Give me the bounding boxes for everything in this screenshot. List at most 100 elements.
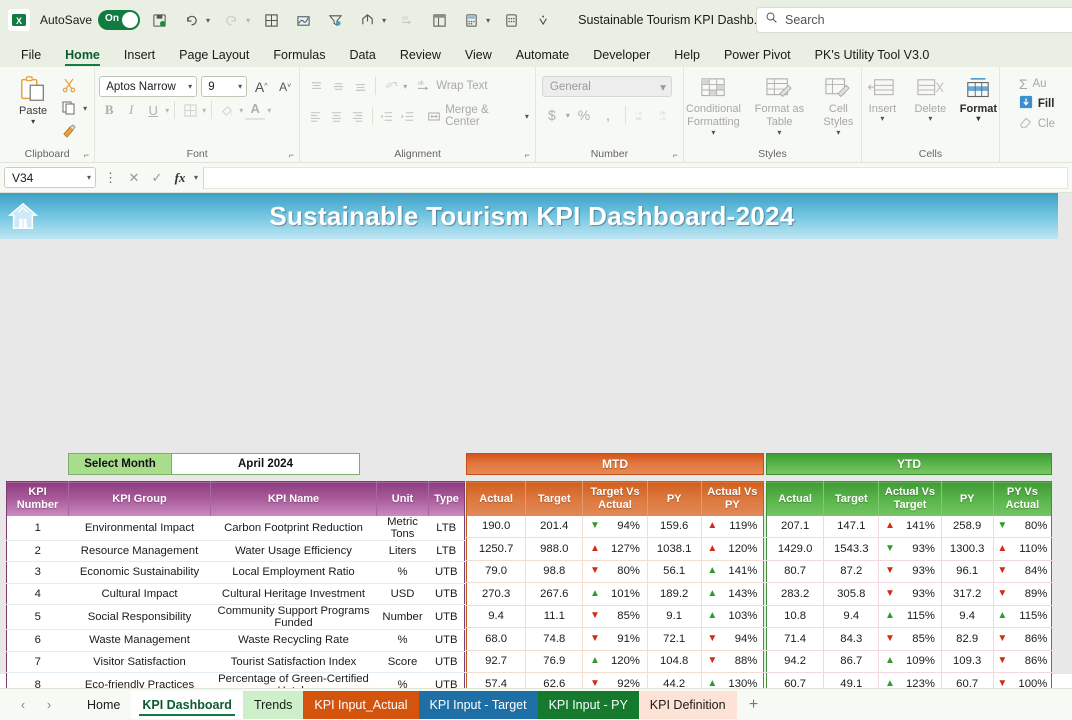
month-selector[interactable]: Select Month April 2024: [68, 453, 360, 475]
table-row[interactable]: 3 Economic Sustainability Local Employment…: [6, 561, 465, 584]
insert-cells-caret-icon[interactable]: ▾: [880, 114, 884, 124]
table-row[interactable]: 79.0 98.8 ▼ 80% 56.1 ▲ 141%: [466, 560, 764, 583]
decrease-indent-icon[interactable]: [378, 106, 397, 126]
increase-indent-icon[interactable]: [398, 106, 417, 126]
previous-sheet-icon[interactable]: ‹: [10, 697, 36, 712]
ribbon-tab-pk-utility-tool[interactable]: PK's Utility Tool V3.0: [804, 45, 941, 67]
insert-cells-button[interactable]: Insert ▾: [861, 75, 903, 124]
table-row[interactable]: 9.4 11.1 ▼ 85% 9.1 ▲ 103%: [466, 605, 764, 628]
sheet-tab-kpi-input-actual[interactable]: KPI Input_Actual: [303, 690, 419, 719]
orientation-caret-icon[interactable]: ▾: [403, 82, 407, 91]
format-painter-icon[interactable]: [59, 121, 79, 141]
number-format-caret-icon[interactable]: ▾: [660, 80, 666, 94]
orientation-icon[interactable]: ab: [381, 76, 401, 96]
underline-caret-icon[interactable]: ▾: [165, 106, 169, 115]
ribbon-tab-power-pivot[interactable]: Power Pivot: [713, 45, 802, 67]
header-mtd-target-vs-actual[interactable]: Target Vs Actual: [582, 481, 648, 516]
conditional-formatting-caret-icon[interactable]: ▾: [711, 128, 715, 137]
comma-format-icon[interactable]: ,: [598, 105, 618, 125]
font-name-combo[interactable]: Aptos Narrow ▾: [99, 76, 198, 97]
cut-icon[interactable]: [59, 75, 79, 95]
save-icon[interactable]: [146, 7, 172, 33]
select-month-value[interactable]: April 2024: [172, 453, 360, 475]
table-row[interactable]: 207.1 147.1 ▲ 141% 258.9 ▼ 80%: [766, 515, 1052, 538]
fill-color-icon[interactable]: [217, 100, 237, 120]
table-row[interactable]: 1429.0 1543.3 ▼ 93% 1300.3 ▲ 110%: [766, 537, 1052, 561]
add-sheet-icon[interactable]: +: [737, 696, 771, 714]
sheet-tab-trends[interactable]: Trends: [242, 690, 304, 719]
table-row[interactable]: 4 Cultural Impact Cultural Heritage Invest…: [6, 583, 465, 605]
ribbon-tab-view[interactable]: View: [454, 45, 503, 67]
signature-icon[interactable]: [290, 7, 316, 33]
formula-bar-options-icon[interactable]: ⋮: [101, 170, 120, 186]
share-icon[interactable]: [354, 7, 380, 33]
header-ytd-py-vs-actual[interactable]: PY Vs Actual: [993, 481, 1052, 516]
cell-styles-caret-icon[interactable]: ▾: [836, 128, 840, 137]
font-color-caret-icon[interactable]: ▾: [267, 106, 271, 115]
alignment-dialog-launcher-icon[interactable]: ⌐: [525, 150, 530, 160]
fill-color-caret-icon[interactable]: ▾: [239, 106, 243, 115]
table-row[interactable]: 7 Visitor Satisfaction Tourist Satisfactio…: [6, 651, 465, 673]
header-mtd-py[interactable]: PY: [647, 481, 702, 516]
calculate-sheet-icon[interactable]: [498, 7, 524, 33]
cancel-entry-icon[interactable]: ✕: [125, 170, 143, 186]
table-row[interactable]: 92.7 76.9 ▲ 120% 104.8 ▼ 88%: [466, 650, 764, 673]
filter-icon[interactable]: [322, 7, 348, 33]
header-type[interactable]: Type: [428, 481, 465, 516]
number-format-combo[interactable]: General ▾: [541, 76, 672, 97]
table-row[interactable]: 1250.7 988.0 ▲ 127% 1038.1 ▲ 120%: [466, 537, 764, 561]
header-mtd-actual[interactable]: Actual: [466, 481, 527, 516]
italic-button[interactable]: I: [121, 100, 141, 120]
formula-input[interactable]: [203, 166, 1068, 189]
ribbon-tab-data[interactable]: Data: [338, 45, 386, 67]
table-row[interactable]: 68.0 74.8 ▼ 91% 72.1 ▼ 94%: [466, 627, 764, 651]
table-row[interactable]: 80.7 87.2 ▼ 93% 96.1 ▼ 84%: [766, 560, 1052, 583]
conditional-formatting-button[interactable]: Conditional Formatting ▾: [682, 75, 744, 137]
header-mtd-actual-vs-py[interactable]: Actual Vs PY: [701, 481, 764, 516]
format-cells-caret-icon[interactable]: ▾: [976, 114, 980, 124]
cell-styles-button[interactable]: Cell Styles ▾: [814, 75, 862, 137]
undo-dropdown-caret-icon[interactable]: ▾: [206, 16, 210, 25]
table-row[interactable]: 270.3 267.6 ▲ 101% 189.2 ▲ 143%: [466, 582, 764, 606]
borders-dropdown-icon[interactable]: [180, 100, 200, 120]
table-row[interactable]: 94.2 86.7 ▲ 109% 109.3 ▼ 86%: [766, 650, 1052, 673]
table-row[interactable]: 5 Social Responsibility Community Support …: [6, 604, 465, 630]
header-mtd-target[interactable]: Target: [525, 481, 584, 516]
increase-font-size-icon[interactable]: A ^: [251, 77, 271, 97]
underline-button[interactable]: U: [143, 100, 163, 120]
autosum-button[interactable]: Σ Au: [1019, 76, 1055, 92]
copy-icon[interactable]: [59, 98, 79, 118]
sheet-tab-kpi-input-py[interactable]: KPI Input - PY: [537, 690, 639, 719]
ribbon-tab-help[interactable]: Help: [663, 45, 711, 67]
share-dropdown-caret-icon[interactable]: ▾: [382, 16, 386, 25]
align-right-icon[interactable]: [348, 106, 367, 126]
sheet-tab-home[interactable]: Home: [76, 691, 131, 719]
copy-dropdown-caret-icon[interactable]: ▾: [83, 104, 87, 113]
borders-caret-icon[interactable]: ▾: [202, 106, 206, 115]
delete-cells-caret-icon[interactable]: ▾: [928, 114, 932, 124]
bold-button[interactable]: B: [99, 100, 119, 120]
sheet-tab-kpi-definition[interactable]: KPI Definition: [638, 690, 737, 719]
ribbon-tab-file[interactable]: File: [10, 45, 52, 67]
align-left-icon[interactable]: [306, 106, 325, 126]
merge-center-button[interactable]: Merge & Center ▾: [419, 104, 529, 128]
header-kpi-group[interactable]: KPI Group: [68, 481, 211, 516]
font-dialog-launcher-icon[interactable]: ⌐: [289, 150, 294, 160]
align-bottom-icon[interactable]: [350, 76, 370, 96]
format-as-table-caret-icon[interactable]: ▾: [777, 128, 781, 137]
decrease-decimal-icon[interactable]: .00 →0: [657, 105, 677, 125]
accounting-format-icon[interactable]: $: [542, 105, 562, 125]
ribbon-tab-review[interactable]: Review: [389, 45, 452, 67]
delete-cells-button[interactable]: Delete ▾: [909, 75, 951, 124]
calculate-now-icon[interactable]: [458, 7, 484, 33]
name-box[interactable]: V34 ▾: [4, 167, 96, 188]
table-row[interactable]: 6 Waste Management Waste Recycling Rate% UT…: [6, 629, 465, 652]
customize-quick-access-icon[interactable]: ⩒: [530, 7, 556, 33]
wrap-text-button[interactable]: ab Wrap Text: [409, 79, 488, 94]
undo-icon[interactable]: [178, 7, 204, 33]
confirm-entry-icon[interactable]: ✓: [148, 170, 166, 186]
formula-bar-caret-icon[interactable]: ▾: [194, 173, 198, 182]
format-as-table-button[interactable]: Format as Table ▾: [748, 75, 810, 137]
pivot-table-icon[interactable]: [426, 7, 452, 33]
fill-button[interactable]: Fill: [1019, 95, 1055, 112]
